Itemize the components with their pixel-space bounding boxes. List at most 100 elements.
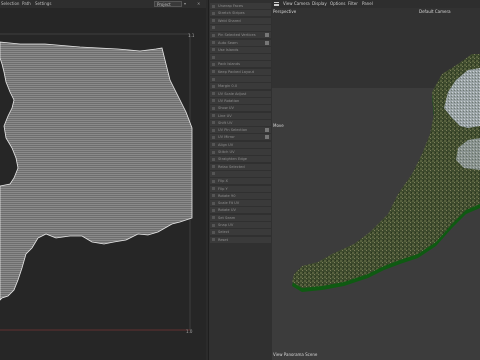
settings-row-checkbox[interactable]: [265, 40, 269, 45]
settings-row[interactable]: Scale Fit UV: [210, 200, 271, 207]
viewport-pane: View Camera Display Options Filter Panel: [272, 0, 480, 360]
settings-row[interactable]: UV Scale Adjust: [210, 90, 271, 97]
settings-row[interactable]: Pack Islands: [210, 61, 271, 68]
viewport-status: View Panorama Scene: [273, 352, 318, 357]
settings-row[interactable]: Flip Y: [210, 185, 271, 192]
settings-row-checkbox[interactable]: [265, 33, 269, 38]
settings-row[interactable]: Stitch UV: [210, 149, 271, 155]
settings-row[interactable]: Stretch Stripes: [210, 10, 271, 17]
hamburger-menu-icon[interactable]: [274, 2, 279, 6]
settings-row[interactable]: Line UV: [210, 112, 271, 119]
settings-row[interactable]: Rotate UV: [210, 207, 271, 214]
settings-row-label: Rotate UV: [218, 208, 236, 213]
viewport-perspective-label[interactable]: Perspective: [273, 9, 296, 14]
settings-row[interactable]: Use Islands: [210, 46, 271, 53]
menu-path[interactable]: Path: [22, 1, 31, 6]
settings-row[interactable]: Reset: [210, 236, 271, 243]
settings-row-icon: [212, 70, 215, 74]
settings-row-icon: [212, 55, 215, 59]
settings-row-icon: [212, 48, 215, 52]
settings-row-icon: [212, 106, 215, 110]
settings-row-icon: [212, 4, 215, 8]
settings-row-icon: [212, 201, 215, 205]
settings-row-icon: [212, 230, 215, 234]
uv-canvas[interactable]: 1.1 1.0: [0, 8, 206, 360]
settings-row-label: Snap UV: [218, 223, 234, 227]
preset-dropdown-icon[interactable]: ▾: [184, 1, 186, 6]
settings-row-checkbox[interactable]: [265, 128, 269, 133]
settings-row[interactable]: [210, 24, 271, 31]
viewport-canvas[interactable]: [272, 8, 480, 360]
settings-row-label: Keep Packed Layout: [218, 69, 255, 74]
settings-row-label: Scale Fit UV: [218, 201, 240, 206]
settings-row-label: Rotate 90: [218, 193, 236, 198]
settings-row-icon: [212, 26, 215, 30]
settings-row-icon: [212, 62, 215, 66]
settings-row[interactable]: Relax Selected: [210, 163, 271, 170]
settings-row-icon: [212, 77, 215, 81]
settings-row[interactable]: [210, 170, 271, 177]
settings-row-icon: [212, 92, 215, 96]
settings-row-label: Pin Selected Vertices: [218, 33, 256, 38]
settings-row[interactable]: Rotate 90: [210, 192, 271, 199]
settings-row[interactable]: Pin Selected Vertices: [210, 32, 271, 39]
settings-row-icon: [212, 121, 215, 125]
settings-row-icon: [212, 114, 215, 117]
settings-row-icon: [212, 187, 215, 190]
settings-row[interactable]: [210, 76, 271, 82]
settings-row-icon: [212, 143, 215, 147]
settings-row[interactable]: UV Mirror: [210, 134, 271, 141]
settings-row[interactable]: Margin 0.0: [210, 83, 271, 90]
settings-row-icon: [212, 157, 215, 161]
settings-row-label: Stretch Stripes: [218, 11, 245, 16]
settings-row-label: UV Scale Adjust: [218, 91, 247, 96]
menu-settings[interactable]: Settings: [35, 1, 51, 6]
menu-view[interactable]: View: [283, 1, 293, 6]
settings-row-icon: [212, 238, 215, 242]
menu-panel[interactable]: Panel: [362, 1, 373, 6]
viewport-camera-label[interactable]: Default Camera: [419, 9, 451, 14]
menu-filter[interactable]: Filter: [348, 1, 358, 6]
settings-row[interactable]: Show UV: [210, 105, 271, 112]
menu-options[interactable]: Options: [330, 1, 345, 6]
settings-row-label: Straighten Edge: [218, 157, 248, 162]
settings-row[interactable]: Keep Packed Layout: [210, 68, 271, 75]
settings-row-icon: [212, 194, 215, 198]
settings-row[interactable]: Select: [210, 229, 271, 236]
settings-row-icon: [212, 128, 215, 132]
settings-row-label: Flip X: [218, 179, 228, 184]
settings-row[interactable]: Auto Seam: [210, 39, 271, 46]
uv-editor-pane: Selection Path Settings Project ▾ ✕ 1.1 …: [0, 0, 206, 360]
settings-row-label: Relax Selected: [218, 164, 245, 169]
settings-row-icon: [212, 165, 215, 169]
settings-row-icon: [212, 19, 215, 23]
menu-camera[interactable]: Camera: [294, 1, 310, 6]
settings-row[interactable]: Weld Shared: [210, 17, 271, 24]
settings-row[interactable]: UV Rotation: [210, 97, 271, 104]
settings-row[interactable]: UV Pin Selection: [210, 127, 271, 134]
menu-display[interactable]: Display: [312, 1, 327, 6]
settings-row-label: Flip Y: [218, 186, 228, 191]
settings-row[interactable]: Snap UV: [210, 222, 271, 228]
preset-select[interactable]: Project: [154, 1, 182, 7]
settings-row-label: Show UV: [218, 106, 234, 111]
menu-selection[interactable]: Selection: [1, 1, 19, 6]
preset-select-value: Project: [157, 2, 171, 7]
settings-row[interactable]: Align UV: [210, 141, 271, 148]
uv-tick-top: 1.1: [188, 33, 195, 38]
settings-row[interactable]: Unwrap Faces: [210, 3, 271, 9]
viewport-side-label: Move: [273, 123, 284, 128]
settings-row-label: Auto Seam: [218, 40, 238, 45]
settings-row-icon: [212, 223, 215, 227]
settings-row-label: Stitch UV: [218, 150, 235, 154]
settings-row-label: Select: [218, 230, 230, 235]
settings-row[interactable]: [210, 54, 271, 61]
settings-row[interactable]: Shift UV: [210, 119, 271, 126]
settings-row-checkbox[interactable]: [265, 135, 269, 140]
close-icon[interactable]: ✕: [197, 1, 200, 6]
settings-row[interactable]: Flip X: [210, 178, 271, 185]
settings-row[interactable]: Straighten Edge: [210, 156, 271, 163]
settings-row[interactable]: Set Seam: [210, 214, 271, 221]
settings-row-icon: [212, 11, 215, 15]
settings-row-label: Pack Islands: [218, 62, 240, 67]
